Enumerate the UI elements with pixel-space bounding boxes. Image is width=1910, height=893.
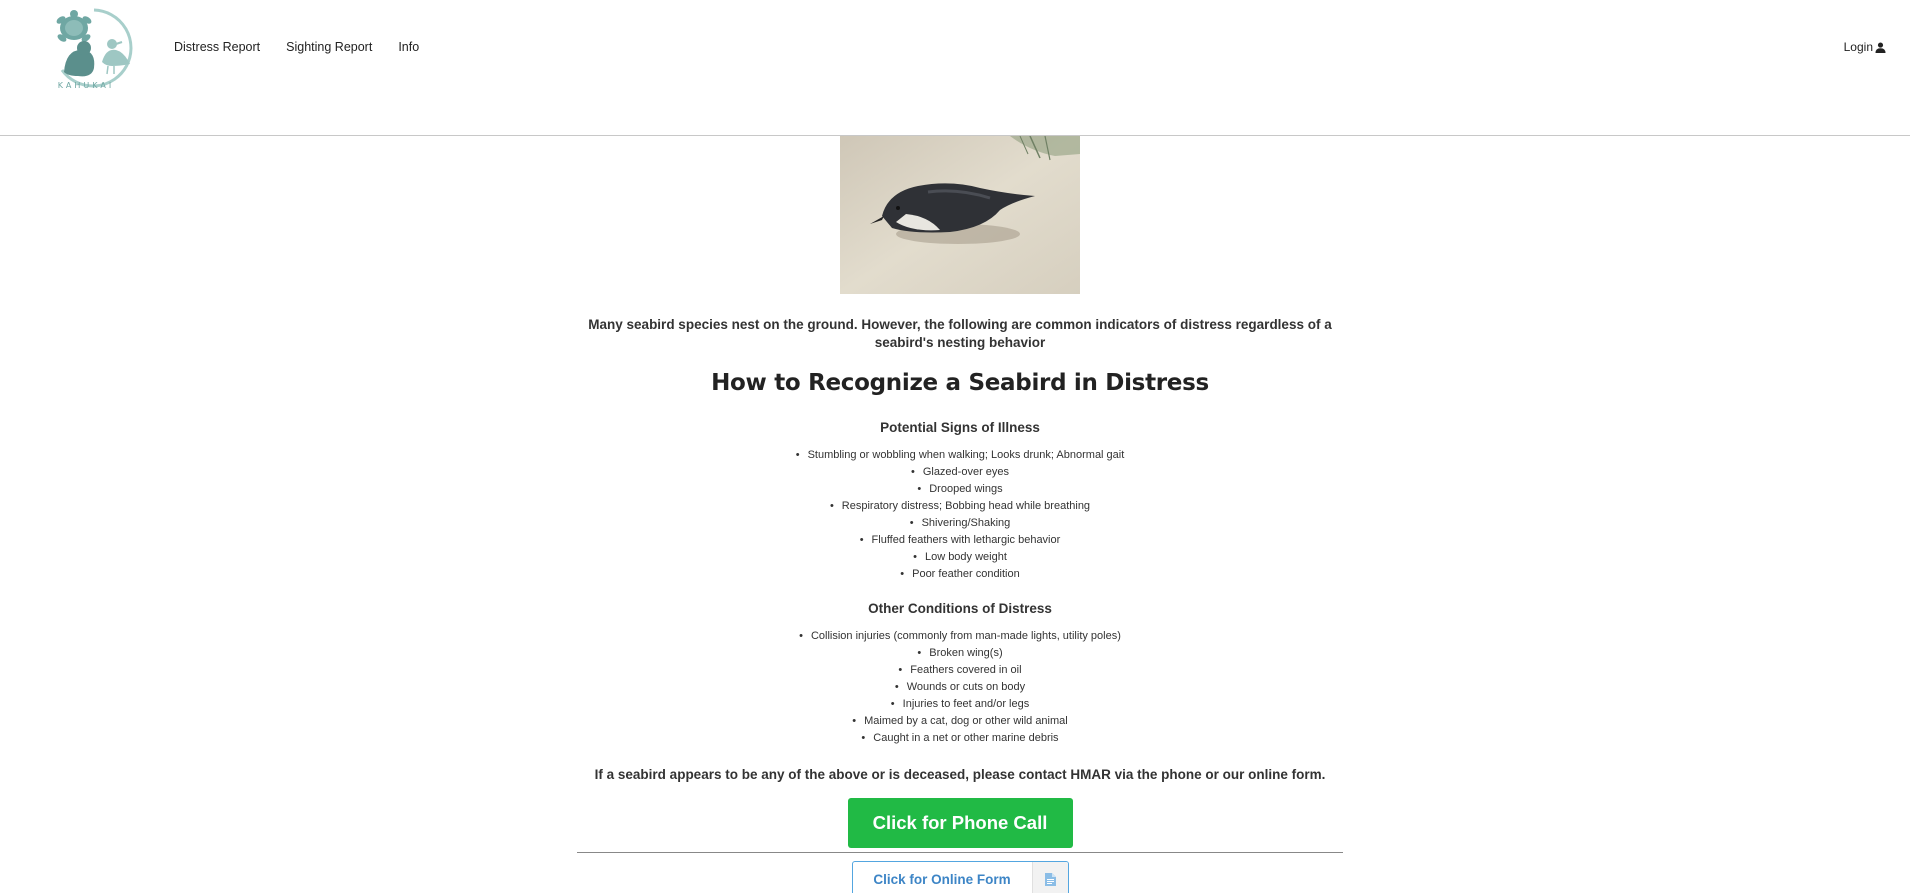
intro-text: Many seabird species nest on the ground.…: [588, 317, 1332, 350]
list-item: Low body weight: [577, 549, 1343, 566]
contact-text: If a seabird appears to be any of the ab…: [594, 767, 1326, 782]
other-conditions-list: Collision injuries (commonly from man-ma…: [577, 628, 1343, 747]
other-conditions-heading: Other Conditions of Distress: [868, 601, 1052, 616]
list-item: Collision injuries (commonly from man-ma…: [577, 628, 1343, 645]
login-label: Login: [1843, 40, 1873, 54]
list-item: Glazed-over eyes: [577, 464, 1343, 481]
list-item: Wounds or cuts on body: [577, 679, 1343, 696]
site-header: KAHUKAI Distress Report Sighting Report …: [0, 0, 1910, 136]
main-content: Many seabird species nest on the ground.…: [577, 136, 1343, 893]
list-item: Maimed by a cat, dog or other wild anima…: [577, 713, 1343, 730]
kahukai-logo[interactable]: KAHUKAI: [44, 4, 144, 92]
nav-info[interactable]: Info: [398, 40, 419, 54]
online-form-label: Click for Online Form: [873, 871, 1011, 887]
nav-distress-report[interactable]: Distress Report: [174, 40, 260, 54]
seabird-photo: [840, 136, 1080, 294]
illness-heading: Potential Signs of Illness: [880, 420, 1040, 435]
file-text-icon: [1031, 862, 1068, 893]
phone-call-button[interactable]: Click for Phone Call: [847, 798, 1073, 848]
list-item: Injuries to feet and/or legs: [577, 696, 1343, 713]
online-form-button[interactable]: Click for Online Form: [851, 861, 1069, 893]
logo-wordmark: KAHUKAI: [58, 81, 114, 90]
list-item: Caught in a net or other marine debris: [577, 730, 1343, 747]
login-link[interactable]: Login: [1844, 40, 1886, 54]
page-title: How to Recognize a Seabird in Distress: [711, 370, 1209, 396]
divider: [577, 852, 1343, 853]
list-item: Drooped wings: [577, 481, 1343, 498]
list-item: Shivering/Shaking: [577, 515, 1343, 532]
list-item: Poor feather condition: [577, 566, 1343, 583]
list-item: Respiratory distress; Bobbing head while…: [577, 498, 1343, 515]
nav-sighting-report[interactable]: Sighting Report: [286, 40, 372, 54]
user-icon: [1875, 42, 1886, 53]
list-item: Feathers covered in oil: [577, 662, 1343, 679]
list-item: Fluffed feathers with lethargic behavior: [577, 532, 1343, 549]
illness-list: Stumbling or wobbling when walking; Look…: [577, 447, 1343, 583]
list-item: Broken wing(s): [577, 645, 1343, 662]
list-item: Stumbling or wobbling when walking; Look…: [577, 447, 1343, 464]
main-nav: Distress Report Sighting Report Info: [174, 40, 419, 54]
